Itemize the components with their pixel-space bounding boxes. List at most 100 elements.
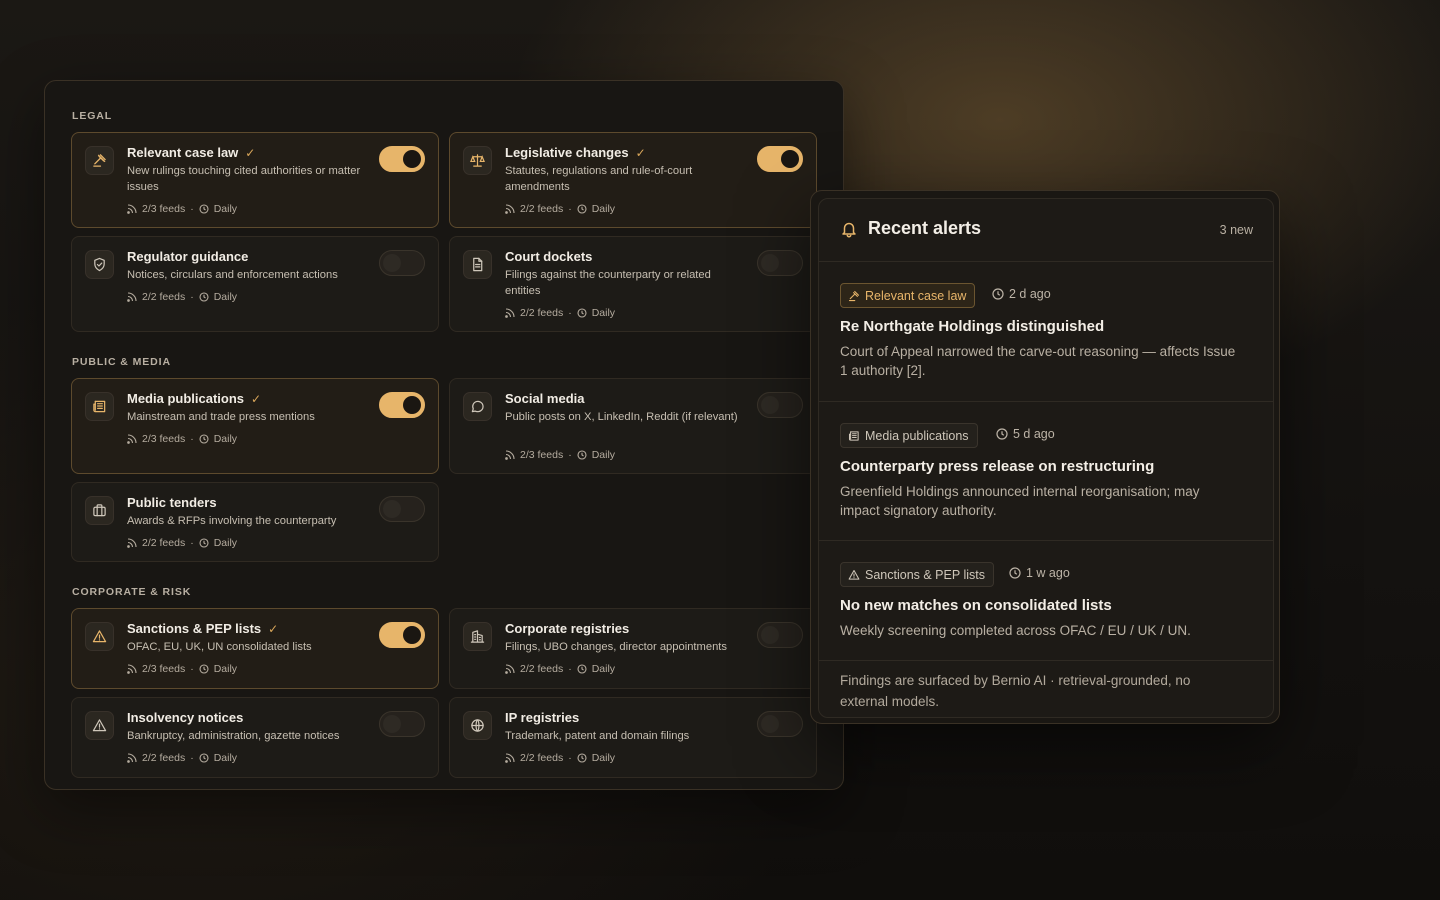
toggle-switch[interactable]: [757, 250, 803, 276]
feeds-count: 2/2 feeds: [142, 752, 186, 764]
source-card-court-dockets[interactable]: Court dockets Filings against the counte…: [449, 236, 817, 332]
feeds-count: 2/2 feeds: [520, 752, 564, 764]
card-meta: 2/3 feeds · Daily: [127, 433, 237, 445]
toggle-knob: [403, 150, 421, 168]
card-title: Sanctions & PEP lists: [127, 621, 262, 636]
card-description: Awards & RFPs involving the counterparty: [127, 515, 337, 527]
alert-source-tag[interactable]: Relevant case law: [840, 283, 976, 308]
alert-title: Counterparty press release on restructur…: [840, 458, 1155, 475]
toggle-knob: [383, 500, 401, 518]
card-meta: 2/3 feeds · Daily: [505, 449, 615, 461]
tag-label: Relevant case law: [865, 288, 967, 303]
feeds-count: 2/2 feeds: [520, 203, 564, 215]
toggle-switch[interactable]: [757, 711, 803, 737]
toggle-switch[interactable]: [757, 392, 803, 418]
shield-icon: [85, 250, 114, 279]
alert-item[interactable]: Relevant case law 2 d ago Re Northgate H…: [819, 262, 1273, 402]
frequency: Daily: [591, 752, 616, 764]
card-title: Corporate registries: [505, 621, 630, 636]
card-title: Relevant case law: [127, 145, 239, 160]
feeds-count: 2/3 feeds: [520, 449, 564, 461]
clock-icon: [992, 288, 1004, 300]
clock-icon: [577, 450, 587, 460]
rss-icon: [127, 434, 137, 444]
card-meta: 2/2 feeds · Daily: [127, 291, 237, 303]
toggle-knob: [761, 626, 779, 644]
toggle-switch[interactable]: [379, 622, 425, 648]
clock-icon: [199, 538, 209, 548]
card-meta: 2/3 feeds · Daily: [127, 663, 237, 675]
monitoring-sources-panel: LEGAL Relevant case law ✓ New rulings tou…: [44, 80, 844, 790]
gavel-icon: [848, 290, 860, 301]
alert-time: 5 d ago: [996, 427, 1055, 441]
alert-title: Re Northgate Holdings distinguished: [840, 318, 1105, 335]
check-icon: ✓: [251, 391, 262, 406]
clock-icon: [1009, 567, 1021, 579]
toggle-knob: [761, 396, 779, 414]
card-title: Social media: [505, 391, 585, 406]
card-meta: 2/2 feeds · Daily: [505, 203, 615, 215]
card-title: Public tenders: [127, 495, 217, 510]
toggle-knob: [383, 715, 401, 733]
card-title: IP registries: [505, 710, 580, 725]
building-icon: [463, 622, 492, 651]
source-card-corporate-registries[interactable]: Corporate registries Filings, UBO change…: [449, 608, 817, 689]
warning-icon: [85, 622, 114, 651]
frequency: Daily: [591, 663, 616, 675]
newspaper-icon: [848, 430, 859, 441]
alert-source-tag[interactable]: Sanctions & PEP lists: [840, 562, 994, 587]
card-description: Trademark, patent and domain filings: [505, 730, 690, 742]
card-title: Legislative changes: [505, 145, 629, 160]
newspaper-icon: [85, 392, 114, 421]
new-count-badge: 3 new: [1219, 223, 1253, 237]
toggle-knob: [383, 254, 401, 272]
clock-icon: [199, 664, 209, 674]
source-card-public-tenders[interactable]: Public tenders Awards & RFPs involving t…: [71, 482, 439, 562]
section-title-corporate-risk: CORPORATE & RISK: [72, 586, 192, 598]
source-card-social-media[interactable]: Social media Public posts on X, LinkedIn…: [449, 378, 817, 474]
section-title-legal: LEGAL: [72, 110, 113, 122]
alert-ago: 5 d ago: [1013, 427, 1055, 441]
globe-icon: [463, 711, 492, 740]
toggle-switch[interactable]: [379, 496, 425, 522]
toggle-switch[interactable]: [379, 146, 425, 172]
frequency: Daily: [213, 752, 238, 764]
source-card-legislative-changes[interactable]: Legislative changes ✓ Statutes, regulatio…: [449, 132, 817, 228]
toggle-switch[interactable]: [379, 392, 425, 418]
alert-item[interactable]: Media publications 5 d ago Counterparty …: [819, 402, 1273, 541]
rss-icon: [127, 292, 137, 302]
source-card-insolvency-notices[interactable]: Insolvency notices Bankruptcy, administr…: [71, 697, 439, 778]
clock-icon: [577, 664, 587, 674]
card-description: Filings against the counterparty or rela…: [505, 269, 711, 297]
alert-body: Greenfield Holdings announced internal r…: [840, 484, 1200, 518]
feeds-count: 2/3 feeds: [142, 433, 186, 445]
toggle-knob: [761, 254, 779, 272]
source-card-relevant-case-law[interactable]: Relevant case law ✓ New rulings touching …: [71, 132, 439, 228]
alert-item[interactable]: Sanctions & PEP lists 1 w ago No new mat…: [819, 541, 1273, 661]
alert-source-tag[interactable]: Media publications: [840, 423, 978, 448]
card-meta: 2/2 feeds · Daily: [505, 307, 615, 319]
document-icon: [463, 250, 492, 279]
alerts-title: Recent alerts: [868, 218, 982, 238]
card-description: OFAC, EU, UK, UN consolidated lists: [127, 641, 312, 653]
source-card-media-publications[interactable]: Media publications ✓ Mainstream and trade…: [71, 378, 439, 474]
check-icon: ✓: [635, 145, 646, 160]
card-description: New rulings touching cited authorities o…: [127, 165, 361, 193]
scale-icon: [463, 146, 492, 175]
frequency: Daily: [213, 291, 238, 303]
clock-icon: [577, 204, 587, 214]
source-card-regulator-guidance[interactable]: Regulator guidance Notices, circulars an…: [71, 236, 439, 332]
toggle-switch[interactable]: [379, 250, 425, 276]
warning-icon: [848, 569, 860, 580]
source-card-ip-registries[interactable]: IP registries Trademark, patent and doma…: [449, 697, 817, 778]
card-description: Statutes, regulations and rule-of-court …: [505, 165, 693, 193]
toggle-switch[interactable]: [757, 622, 803, 648]
toggle-switch[interactable]: [757, 146, 803, 172]
toggle-switch[interactable]: [379, 711, 425, 737]
rss-icon: [505, 753, 515, 763]
source-card-sanctions-pep[interactable]: Sanctions & PEP lists ✓ OFAC, EU, UK, UN …: [71, 608, 439, 689]
card-description: Bankruptcy, administration, gazette noti…: [127, 730, 340, 742]
gavel-icon: [85, 146, 114, 175]
frequency: Daily: [213, 663, 238, 675]
frequency: Daily: [213, 433, 238, 445]
